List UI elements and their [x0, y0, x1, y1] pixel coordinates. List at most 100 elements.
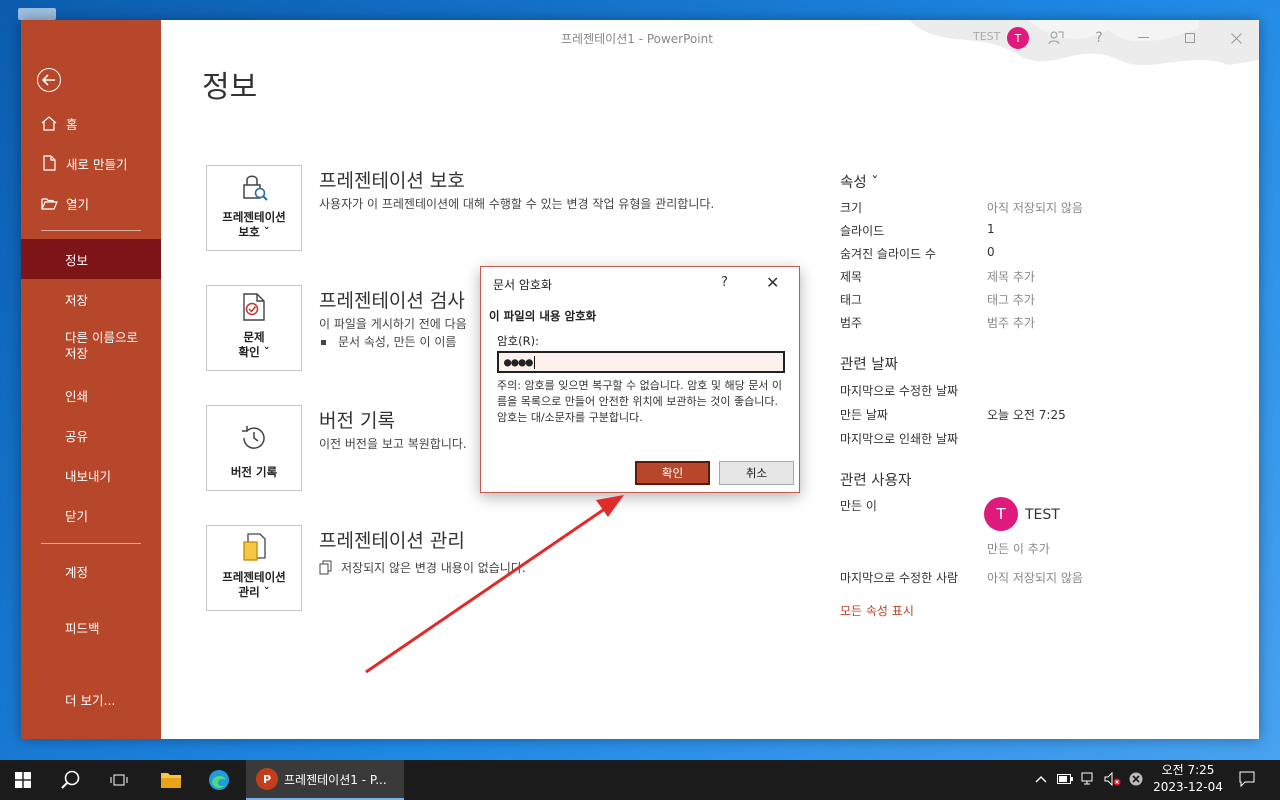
- windows-start-icon[interactable]: [0, 760, 46, 800]
- nav-save[interactable]: 저장: [21, 279, 161, 319]
- hidden-slides-label: 숨겨진 슬라이드 수: [840, 247, 936, 261]
- desktop-icon[interactable]: [18, 8, 56, 20]
- version-history-button[interactable]: 버전 기록: [206, 405, 302, 491]
- bullet-icon: [321, 340, 326, 345]
- ok-button[interactable]: 확인: [635, 461, 710, 485]
- author-avatar[interactable]: T: [984, 497, 1018, 531]
- version-title: 버전 기록: [319, 410, 395, 432]
- add-author-field[interactable]: 만든 이 추가: [987, 540, 1050, 557]
- manage-document-icon: [240, 532, 268, 566]
- size-value: 아직 저장되지 않음: [987, 201, 1083, 215]
- lock-icon: [239, 172, 269, 206]
- nav-print[interactable]: 인쇄: [21, 375, 161, 415]
- volume-muted-icon[interactable]: [1104, 770, 1122, 788]
- home-icon: [40, 115, 58, 131]
- nav-more[interactable]: 더 보기...: [21, 679, 161, 719]
- nav-new[interactable]: 새로 만들기: [21, 143, 161, 183]
- category-label: 범주: [840, 316, 863, 330]
- nav-share-label: 공유: [65, 428, 89, 444]
- chevron-up-icon[interactable]: [1032, 770, 1050, 788]
- nav-home-label: 홈: [66, 116, 78, 132]
- last-modified-date-label: 마지막으로 수정한 날짜: [840, 384, 959, 398]
- check-issues-button[interactable]: 문제 확인 ˇ: [206, 285, 302, 371]
- nav-save-as-label: 다른 이름으로 저장: [65, 330, 138, 361]
- taskbar-clock[interactable]: 오전 7:25 2023-12-04: [1148, 762, 1228, 796]
- inspect-description: 이 파일을 게시하기 전에 다음: [319, 317, 467, 331]
- related-dates-heading: 관련 날짜: [840, 357, 898, 373]
- dialog-title: 문서 암호화: [493, 278, 553, 292]
- nav-save-label: 저장: [65, 292, 89, 308]
- user-name[interactable]: TEST: [973, 30, 1000, 43]
- nav-home[interactable]: 홈: [21, 103, 161, 143]
- folder-open-icon: [40, 197, 58, 210]
- show-all-properties-link[interactable]: 모든 속성 표시: [840, 602, 914, 619]
- version-description: 이전 버전을 보고 복원합니다.: [319, 437, 467, 451]
- network-icon[interactable]: [1080, 770, 1098, 788]
- inspect-bullet-text: 문서 속성, 만든 이 이름: [338, 335, 457, 349]
- search-icon[interactable]: [48, 760, 94, 800]
- last-modified-by-label: 마지막으로 수정한 사람: [840, 571, 959, 585]
- inspect-bullet: 문서 속성, 만든 이 이름: [321, 333, 456, 350]
- last-printed-label: 마지막으로 인쇄한 날짜: [840, 432, 959, 446]
- manage-tile-label: 프레젠테이션 관리 ˇ: [222, 570, 286, 599]
- notification-blocked-icon[interactable]: [1127, 770, 1145, 788]
- password-input[interactable]: ●●●●: [497, 351, 785, 373]
- dialog-heading: 이 파일의 내용 암호화: [489, 309, 597, 323]
- nav-open[interactable]: 열기: [21, 183, 161, 223]
- nav-share[interactable]: 공유: [21, 415, 161, 455]
- close-icon[interactable]: [1225, 28, 1247, 48]
- protect-presentation-button[interactable]: 프레젠테이션 보호 ˇ: [206, 165, 302, 251]
- action-center-icon[interactable]: [1238, 770, 1256, 788]
- edge-browser-icon[interactable]: [196, 760, 242, 800]
- inspect-document-icon: [240, 292, 268, 326]
- tags-field[interactable]: 태그 추가: [987, 291, 1035, 308]
- dialog-close-icon[interactable]: ✕: [766, 273, 779, 292]
- nav-save-as[interactable]: 다른 이름으로 저장: [21, 324, 161, 368]
- manage-description-text: 저장되지 않은 변경 내용이 없습니다.: [341, 561, 526, 575]
- taskbar-powerpoint-app[interactable]: P 프레젠테이션1 - P...: [246, 760, 404, 800]
- clock-time: 오전 7:25: [1161, 763, 1215, 777]
- history-clock-icon: [239, 423, 269, 457]
- hidden-slides-value: 0: [987, 245, 995, 259]
- new-document-icon: [40, 155, 58, 171]
- task-view-icon[interactable]: [96, 760, 142, 800]
- help-icon[interactable]: ?: [1088, 28, 1110, 48]
- cancel-button[interactable]: 취소: [719, 461, 794, 485]
- nav-open-label: 열기: [66, 196, 90, 212]
- protect-title: 프레젠테이션 보호: [319, 170, 465, 192]
- created-date-value: 오늘 오전 7:25: [987, 408, 1066, 422]
- nav-close-label: 닫기: [65, 508, 89, 524]
- title-bar-art: [909, 20, 1259, 65]
- properties-dropdown[interactable]: 속성 ˇ: [840, 171, 879, 192]
- nav-separator: [41, 543, 141, 544]
- nav-more-label: 더 보기...: [65, 692, 116, 708]
- nav-export[interactable]: 내보내기: [21, 455, 161, 495]
- nav-feedback[interactable]: 피드백: [21, 607, 161, 647]
- back-arrow-icon[interactable]: [37, 68, 61, 92]
- category-field[interactable]: 범주 추가: [987, 314, 1035, 331]
- nav-account[interactable]: 계정: [21, 551, 161, 591]
- file-explorer-icon[interactable]: [148, 760, 194, 800]
- manage-presentation-button[interactable]: 프레젠테이션 관리 ˇ: [206, 525, 302, 611]
- nav-close[interactable]: 닫기: [21, 495, 161, 535]
- password-label: 암호(R):: [497, 334, 539, 348]
- related-people-heading: 관련 사용자: [840, 473, 912, 489]
- nav-new-label: 새로 만들기: [66, 156, 128, 172]
- nav-print-label: 인쇄: [65, 388, 89, 404]
- user-avatar[interactable]: T: [1007, 27, 1029, 49]
- slides-value: 1: [987, 222, 995, 236]
- taskbar-app-label: 프레젠테이션1 - P...: [284, 772, 387, 787]
- title-field[interactable]: 제목 추가: [987, 268, 1035, 285]
- coauthor-icon[interactable]: [1045, 28, 1067, 48]
- manage-description: 저장되지 않은 변경 내용이 없습니다.: [319, 559, 526, 578]
- protect-tile-label: 프레젠테이션 보호 ˇ: [222, 210, 286, 239]
- last-modified-by-value: 아직 저장되지 않음: [987, 571, 1083, 585]
- slides-label: 슬라이드: [840, 224, 885, 238]
- document-pages-icon: [319, 560, 333, 578]
- nav-info[interactable]: 정보: [21, 239, 161, 279]
- dialog-help-icon[interactable]: ?: [721, 275, 728, 290]
- minimize-icon[interactable]: [1132, 28, 1154, 48]
- maximize-icon[interactable]: [1179, 28, 1201, 48]
- battery-icon[interactable]: [1056, 770, 1074, 788]
- author-name[interactable]: TEST: [1025, 507, 1060, 523]
